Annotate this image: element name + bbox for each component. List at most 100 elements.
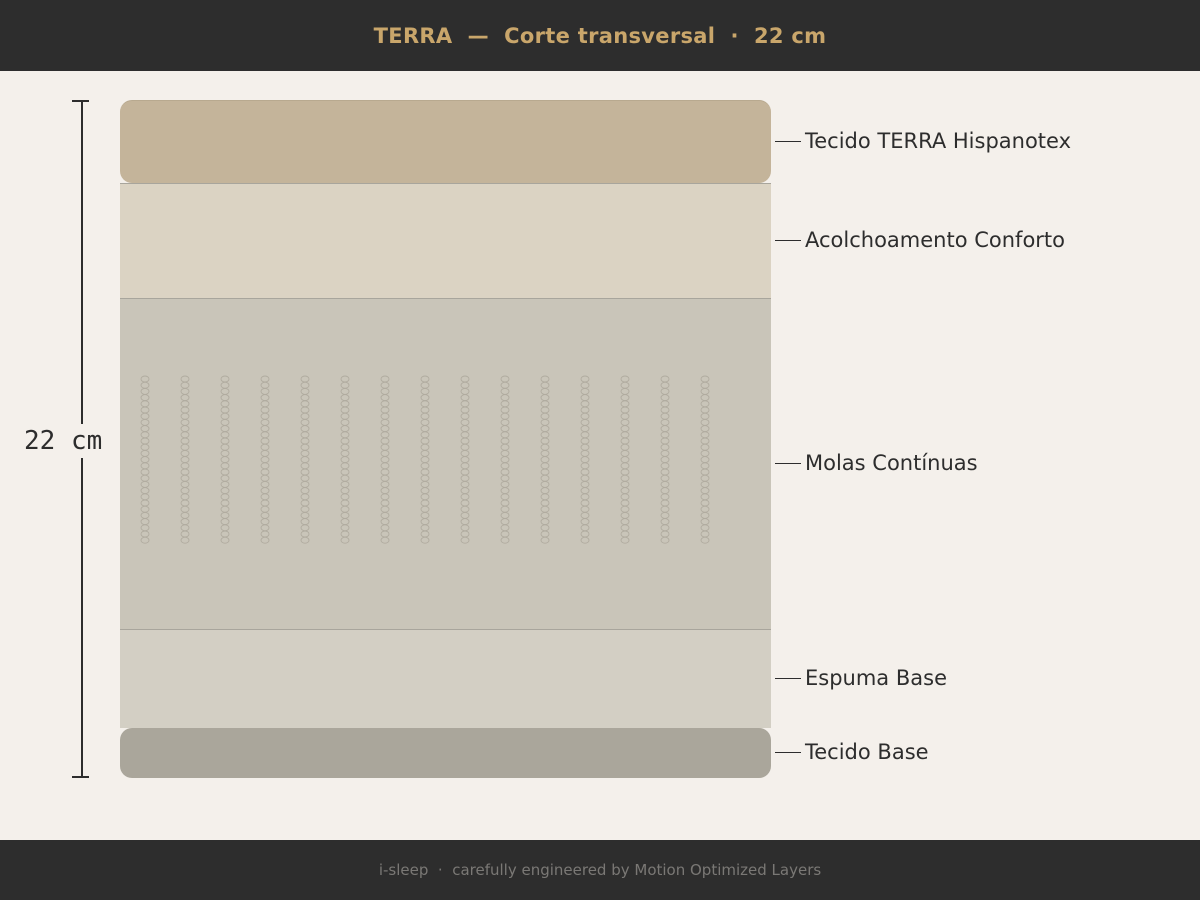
spring-column	[420, 375, 430, 544]
spring-coil	[700, 487, 710, 495]
spring-coil	[140, 412, 150, 420]
spring-coil	[460, 387, 470, 395]
spring-coil	[260, 431, 270, 439]
spring-coil	[580, 449, 590, 457]
spring-coil	[220, 456, 230, 464]
spring-coil	[700, 511, 710, 519]
spring-coil	[180, 443, 190, 451]
spring-coil	[380, 524, 390, 532]
spring-coil	[220, 425, 230, 433]
spring-coil	[300, 425, 310, 433]
spring-coil	[380, 505, 390, 513]
spring-coil	[220, 493, 230, 501]
spring-coil	[300, 511, 310, 519]
label-molas: Molas Contínuas	[805, 451, 978, 475]
spring-coil	[620, 499, 630, 507]
spring-coil	[300, 474, 310, 482]
spring-coil	[340, 381, 350, 389]
spring-coil	[420, 499, 430, 507]
spring-coil	[700, 536, 710, 544]
spring-coil	[140, 518, 150, 526]
spring-coil	[540, 437, 550, 445]
spring-coil	[340, 536, 350, 544]
spring-coil	[220, 400, 230, 408]
spring-coil	[380, 437, 390, 445]
dimension-label: 22 cm	[24, 424, 103, 458]
spring-column	[260, 375, 270, 544]
spring-coil	[380, 400, 390, 408]
spring-coil	[620, 406, 630, 414]
spring-coil	[700, 425, 710, 433]
spring-coil	[180, 418, 190, 426]
spring-coil	[220, 387, 230, 395]
spring-coil	[140, 505, 150, 513]
spring-coil	[420, 425, 430, 433]
spring-coil	[420, 412, 430, 420]
spring-coil	[380, 511, 390, 519]
spring-coil	[500, 511, 510, 519]
spring-coil	[580, 474, 590, 482]
spring-coil	[260, 474, 270, 482]
spring-coil	[300, 443, 310, 451]
spring-coil	[260, 400, 270, 408]
spring-coil	[620, 449, 630, 457]
spring-coil	[260, 536, 270, 544]
spring-coil	[540, 530, 550, 538]
spring-coil	[620, 456, 630, 464]
spring-coil	[540, 394, 550, 402]
spring-coil	[340, 394, 350, 402]
spring-coil	[500, 499, 510, 507]
spring-coil	[580, 400, 590, 408]
spring-coil	[260, 524, 270, 532]
spring-coil	[500, 480, 510, 488]
spring-coil	[540, 412, 550, 420]
spring-coil	[180, 381, 190, 389]
spring-coil	[420, 511, 430, 519]
spring-coil	[540, 462, 550, 470]
spring-coil	[460, 418, 470, 426]
spring-coil	[260, 456, 270, 464]
leader-line-5	[775, 752, 801, 753]
spring-coil	[180, 536, 190, 544]
spring-coil	[460, 437, 470, 445]
spring-coil	[540, 524, 550, 532]
spring-coil	[420, 456, 430, 464]
spring-coil	[420, 530, 430, 538]
spring-coil	[660, 518, 670, 526]
spring-coil	[420, 468, 430, 476]
spring-coil	[380, 468, 390, 476]
spring-coil	[380, 375, 390, 383]
spring-coil	[500, 518, 510, 526]
spring-coil	[140, 524, 150, 532]
spring-coil	[300, 480, 310, 488]
spring-coil	[340, 505, 350, 513]
spring-coil	[260, 387, 270, 395]
spring-coil	[500, 443, 510, 451]
spring-coil	[420, 480, 430, 488]
spring-coil	[300, 505, 310, 513]
spring-coil	[300, 462, 310, 470]
spring-coil	[620, 530, 630, 538]
spring-coil	[380, 418, 390, 426]
spring-coil	[340, 518, 350, 526]
spring-coil	[300, 431, 310, 439]
spring-coil	[620, 437, 630, 445]
spring-coil	[660, 375, 670, 383]
spring-coil	[460, 381, 470, 389]
spring-coil	[300, 518, 310, 526]
spring-coil	[460, 456, 470, 464]
spring-coil	[180, 462, 190, 470]
spring-coil	[140, 381, 150, 389]
spring-coil	[540, 431, 550, 439]
spring-coil	[420, 524, 430, 532]
spring-coil	[540, 418, 550, 426]
spring-coil	[300, 437, 310, 445]
spring-coil	[580, 480, 590, 488]
spring-coil	[300, 387, 310, 395]
spring-coil	[380, 518, 390, 526]
spring-coil	[140, 418, 150, 426]
spring-coil	[500, 387, 510, 395]
spring-coil	[540, 443, 550, 451]
spring-coil	[340, 425, 350, 433]
spring-coil	[540, 499, 550, 507]
